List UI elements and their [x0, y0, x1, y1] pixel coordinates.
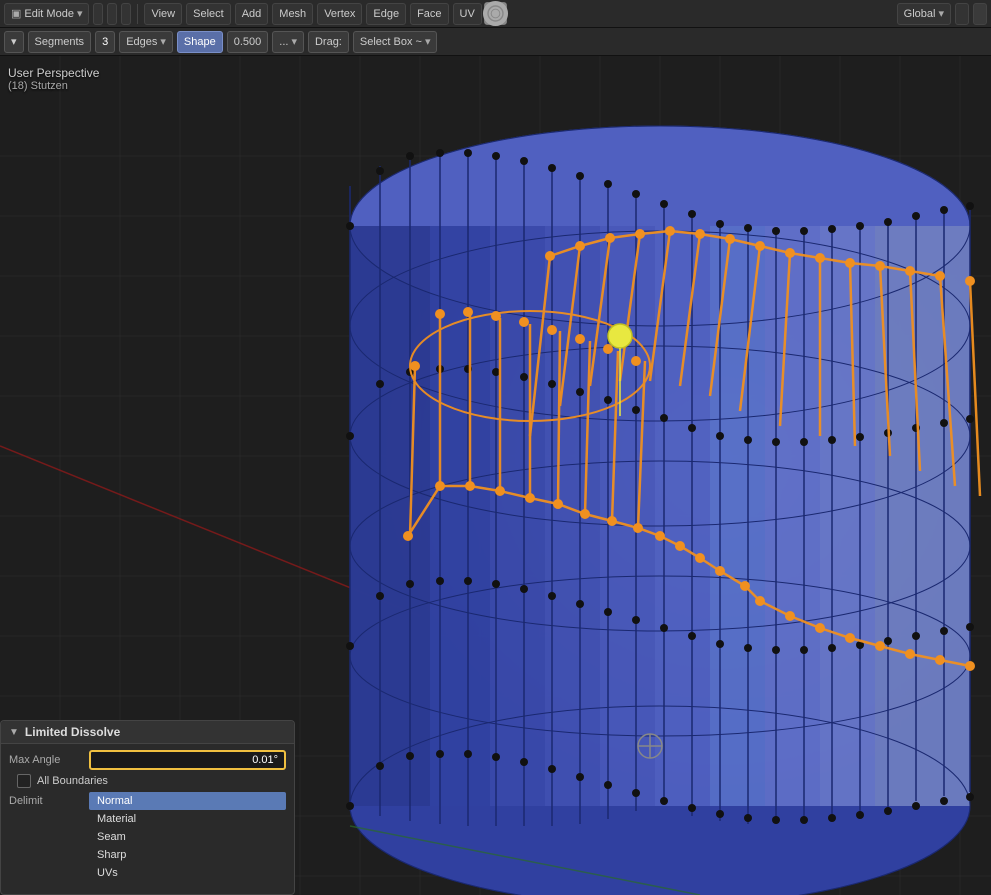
panel-body: Max Angle 0.01° All Boundaries Delimit N… [1, 744, 294, 890]
panel-title: Limited Dissolve [25, 725, 120, 739]
delimit-option-sharp[interactable]: Sharp [89, 846, 286, 864]
drag-label: Drag: [308, 31, 349, 53]
delimit-option-uvs[interactable]: UVs [89, 864, 286, 882]
delimit-label: Delimit [9, 792, 89, 807]
origin-marker [638, 734, 662, 758]
all-boundaries-label: All Boundaries [37, 775, 108, 787]
segments-value-item[interactable]: 3 [95, 31, 115, 53]
proportional-icon[interactable] [973, 3, 987, 25]
panel-header[interactable]: ▼ Limited Dissolve [1, 721, 294, 744]
max-angle-label: Max Angle [9, 754, 89, 766]
delimit-option-normal[interactable]: Normal [89, 792, 286, 810]
top-menu-bar: ▣ Edit Mode ▾ View Select Add Mesh Verte… [0, 0, 991, 28]
shape-value[interactable]: 0.500 [227, 31, 269, 53]
max-angle-row: Max Angle 0.01° [9, 750, 286, 770]
delimit-option-seam[interactable]: Seam [89, 828, 286, 846]
delimit-row: Delimit Normal Material Seam Sharp UVs [9, 792, 286, 882]
header-bar: ▾ Segments 3 Edges ▾ Shape 0.500 ... ▾ D… [0, 28, 991, 56]
segments-label-item: Segments [28, 31, 92, 53]
limited-dissolve-panel: ▼ Limited Dissolve Max Angle 0.01° All B… [0, 720, 295, 895]
shape-button[interactable]: Shape [177, 31, 223, 53]
header-dropdown-left[interactable]: ▾ [4, 31, 24, 53]
delimit-option-material[interactable]: Material [89, 810, 286, 828]
max-angle-input[interactable]: 0.01° [89, 750, 286, 770]
all-boundaries-row: All Boundaries [9, 774, 286, 788]
delimit-list: Normal Material Seam Sharp UVs [89, 792, 286, 882]
panel-collapse-icon: ▼ [9, 727, 19, 738]
viewport[interactable]: /* Grid lines drawn via JS below */ [0, 56, 991, 895]
more-button[interactable]: ... ▾ [272, 31, 304, 53]
edges-dropdown[interactable]: Edges ▾ [119, 31, 173, 53]
select-box-dropdown[interactable]: Select Box ~ ▾ [353, 31, 438, 53]
all-boundaries-checkbox[interactable] [17, 774, 31, 788]
